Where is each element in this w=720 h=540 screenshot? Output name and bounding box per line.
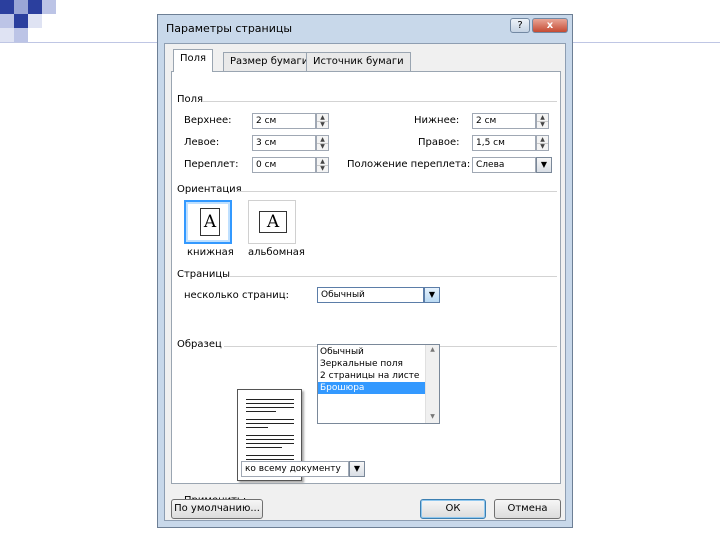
multiple-pages-dropdown-list[interactable]: Обычный Зеркальные поля 2 страницы на ли…: [317, 344, 440, 424]
title-bar[interactable]: Параметры страницы ? x: [158, 15, 572, 43]
spin-down-icon[interactable]: ▼: [317, 165, 328, 172]
multiple-pages-label: несколько страниц:: [184, 290, 289, 301]
list-item[interactable]: Зеркальные поля: [318, 358, 426, 370]
list-item[interactable]: 2 страницы на листе: [318, 370, 426, 382]
bottom-margin-input[interactable]: 2 см: [472, 113, 536, 129]
landscape-option[interactable]: A: [248, 200, 296, 244]
deco-square: [0, 14, 14, 28]
gutter-input[interactable]: 0 см: [252, 157, 316, 173]
deco-square: [14, 28, 28, 42]
gutter-position-label: Положение переплета:: [347, 159, 471, 170]
portrait-label[interactable]: книжная: [187, 247, 234, 258]
margins-panel: Поля Верхнее: 2 см ▲ ▼ Нижнее: 2 см ▲ ▼ Ле…: [171, 71, 561, 506]
list-item[interactable]: Обычный: [318, 346, 426, 358]
sample-section-label: Образец: [177, 339, 222, 350]
cancel-button[interactable]: Отмена: [494, 499, 561, 519]
spin-down-icon[interactable]: ▼: [537, 121, 548, 128]
close-button[interactable]: x: [532, 18, 568, 33]
portrait-page-icon: A: [200, 208, 220, 236]
tab-paper-size[interactable]: Размер бумаги: [223, 52, 316, 71]
deco-square: [0, 28, 14, 42]
page-setup-dialog: Параметры страницы ? x Поля Размер бумаг…: [157, 14, 573, 528]
set-default-button[interactable]: По умолчанию...: [171, 499, 263, 519]
deco-square: [14, 0, 28, 14]
landscape-page-icon: A: [259, 211, 287, 233]
right-margin-label: Правое:: [418, 137, 460, 148]
dialog-client: Поля Размер бумаги Источник бумаги Поля …: [164, 43, 566, 521]
divider: [236, 191, 557, 192]
portrait-option[interactable]: A: [184, 200, 232, 244]
gutter-spinner[interactable]: ▲ ▼: [316, 157, 329, 173]
left-margin-input[interactable]: 3 см: [252, 135, 316, 151]
deco-square: [28, 14, 42, 28]
divider: [230, 276, 557, 277]
scroll-down-icon[interactable]: ▼: [426, 413, 439, 420]
left-margin-spinner[interactable]: ▲ ▼: [316, 135, 329, 151]
chevron-down-icon[interactable]: ▼: [424, 287, 440, 303]
scroll-up-icon[interactable]: ▲: [426, 346, 439, 353]
dialog-title: Параметры страницы: [166, 22, 293, 35]
help-button[interactable]: ?: [510, 18, 530, 33]
left-margin-label: Левое:: [184, 137, 220, 148]
spin-down-icon[interactable]: ▼: [317, 121, 328, 128]
top-margin-input[interactable]: 2 см: [252, 113, 316, 129]
pages-section-label: Страницы: [177, 269, 231, 280]
top-margin-spinner[interactable]: ▲ ▼: [316, 113, 329, 129]
deco-square: [28, 0, 42, 14]
spin-down-icon[interactable]: ▼: [317, 143, 328, 150]
bottom-margin-spinner[interactable]: ▲ ▼: [536, 113, 549, 129]
chevron-down-icon[interactable]: ▼: [349, 461, 365, 477]
gutter-position-select[interactable]: Слева: [472, 157, 536, 173]
deco-square: [42, 0, 56, 14]
landscape-label[interactable]: альбомная: [248, 247, 305, 258]
tab-margins[interactable]: Поля: [173, 49, 214, 72]
tab-paper-source[interactable]: Источник бумаги: [306, 52, 411, 71]
margins-section-label: Поля: [177, 94, 204, 105]
spin-down-icon[interactable]: ▼: [537, 143, 548, 150]
list-scrollbar[interactable]: ▲ ▼: [425, 345, 439, 423]
gutter-label: Переплет:: [184, 159, 239, 170]
top-margin-label: Верхнее:: [184, 115, 232, 126]
bottom-margin-label: Нижнее:: [414, 115, 460, 126]
deco-square: [0, 0, 14, 14]
ok-button[interactable]: ОК: [420, 499, 486, 519]
right-margin-input[interactable]: 1,5 см: [472, 135, 536, 151]
multiple-pages-select[interactable]: Обычный: [317, 287, 424, 303]
deco-square: [14, 14, 28, 28]
apply-to-select[interactable]: ко всему документу: [241, 461, 349, 477]
list-item[interactable]: Брошюра: [318, 382, 426, 394]
right-margin-spinner[interactable]: ▲ ▼: [536, 135, 549, 151]
divider: [202, 101, 557, 102]
chevron-down-icon[interactable]: ▼: [536, 157, 552, 173]
orientation-section-label: Ориентация: [177, 184, 242, 195]
